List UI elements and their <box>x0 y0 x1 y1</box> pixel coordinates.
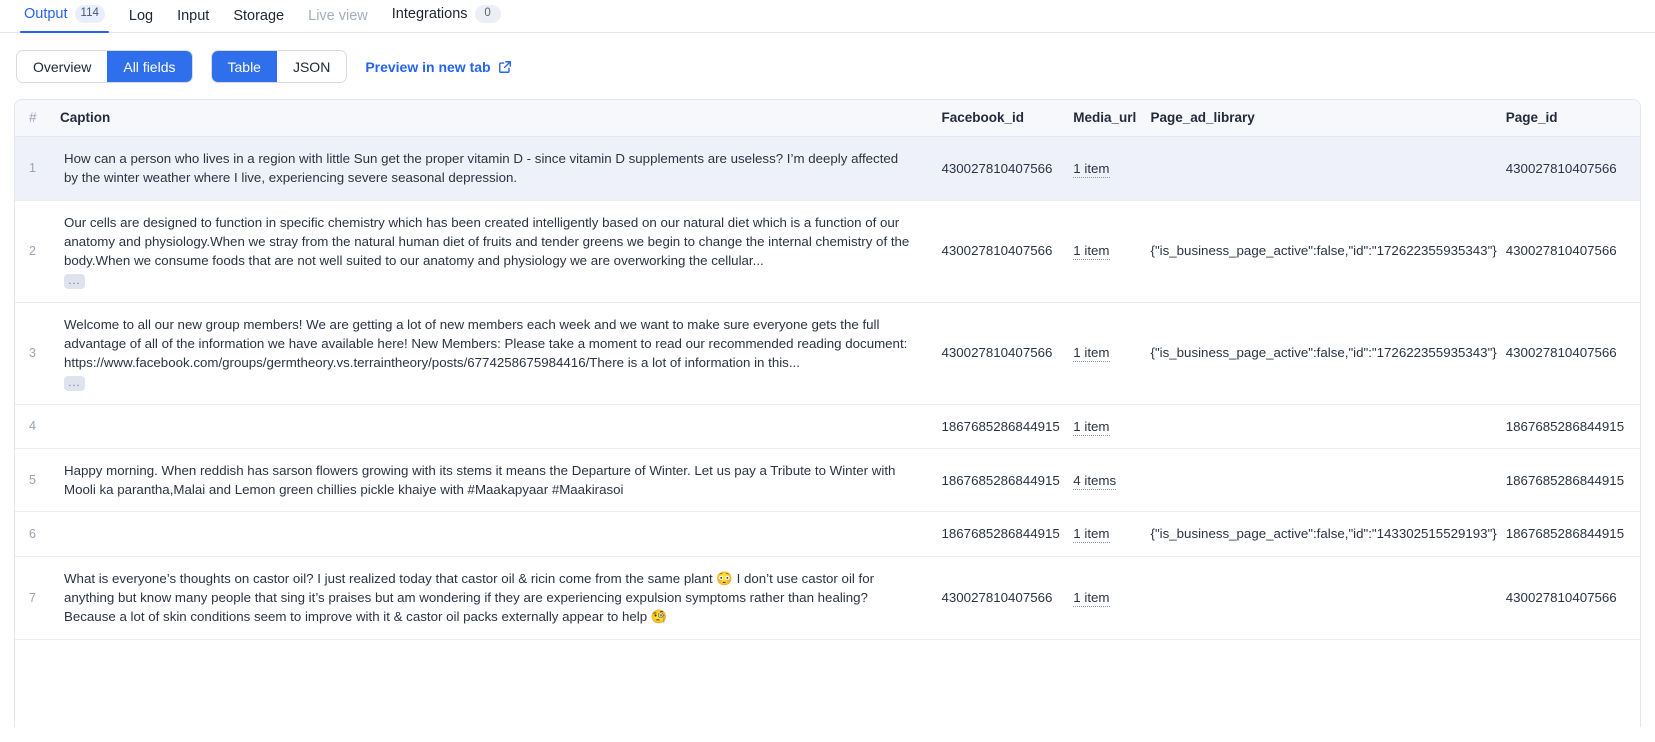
media-items-link[interactable]: 1 item <box>1073 161 1109 178</box>
table-row[interactable]: 7What is everyone’s thoughts on castor o… <box>15 556 1640 639</box>
tab-label: Storage <box>233 9 284 24</box>
media-items-link[interactable]: 1 item <box>1073 345 1109 362</box>
table-row[interactable]: 2Our cells are designed to function in s… <box>15 200 1640 302</box>
tab-label: Input <box>177 9 209 24</box>
media-items-link[interactable]: 1 item <box>1073 590 1109 607</box>
cell-caption: Our cells are designed to function in sp… <box>50 200 931 302</box>
main-tab-bar: Output 114 Log Input Storage Live view Integra… <box>0 0 1655 33</box>
caption-text: Happy morning. When reddish has sarson f… <box>64 461 911 500</box>
column-header-page_id[interactable]: Page_id <box>1496 100 1640 137</box>
segment-overview[interactable]: Overview <box>17 51 107 82</box>
column-header-index[interactable]: # <box>15 100 50 137</box>
cell-page-id: 430027810407566 <box>1496 200 1640 302</box>
tab-storage[interactable]: Storage <box>221 9 296 33</box>
preview-in-new-tab-link[interactable]: Preview in new tab <box>365 59 511 75</box>
caption-text: Our cells are designed to function in sp… <box>64 213 911 271</box>
media-items-link[interactable]: 1 item <box>1073 526 1109 543</box>
tab-input[interactable]: Input <box>165 9 221 33</box>
table-header: #CaptionFacebook_idMedia_urlPage_ad_libr… <box>15 100 1640 137</box>
caption-text: What is everyone’s thoughts on castor oi… <box>64 569 911 627</box>
cell-caption: Happy morning. When reddish has sarson f… <box>50 448 931 512</box>
tab-label: Integrations <box>392 7 468 22</box>
table-row[interactable]: 6 1867685286844915 1 item {"is_business_pag… <box>15 512 1640 556</box>
row-index: 3 <box>15 302 50 404</box>
cell-page-id: 1867685286844915 <box>1496 512 1640 556</box>
cell-page-id: 1867685286844915 <box>1496 404 1640 448</box>
cell-page-ad-library <box>1141 137 1496 201</box>
caption-text: Welcome to all our new group members! We… <box>64 315 911 373</box>
cell-page-id: 1867685286844915 <box>1496 448 1640 512</box>
row-index: 6 <box>15 512 50 556</box>
row-index: 2 <box>15 200 50 302</box>
cell-media-url: 1 item <box>1063 302 1140 404</box>
column-header-page_ad_library[interactable]: Page_ad_library <box>1141 100 1496 137</box>
tab-label: Output <box>24 7 68 22</box>
tab-count-badge: 114 <box>75 5 105 23</box>
table-row[interactable]: 5 Happy morning. When reddish has sarson … <box>15 448 1640 512</box>
column-header-facebook_id[interactable]: Facebook_id <box>931 100 1063 137</box>
row-index: 7 <box>15 556 50 639</box>
tab-label: Live view <box>308 9 368 24</box>
tab-integrations[interactable]: Integrations 0 <box>380 5 513 32</box>
row-index: 4 <box>15 404 50 448</box>
tab-live-view[interactable]: Live view <box>296 9 380 33</box>
cell-media-url: 1 item <box>1063 556 1140 639</box>
table-header-row: #CaptionFacebook_idMedia_urlPage_ad_libr… <box>15 100 1640 137</box>
tab-log[interactable]: Log <box>117 9 165 33</box>
output-table: #CaptionFacebook_idMedia_urlPage_ad_libr… <box>15 100 1640 640</box>
cell-media-url: 4 items <box>1063 448 1140 512</box>
table-body: 1 How can a person who lives in a region … <box>15 137 1640 640</box>
tab-count-badge: 0 <box>475 5 501 23</box>
cell-page-id: 430027810407566 <box>1496 556 1640 639</box>
column-header-media_url[interactable]: Media_url <box>1063 100 1140 137</box>
format-segmented-control: TableJSON <box>211 50 348 83</box>
preview-in-new-tab-label: Preview in new tab <box>365 59 490 75</box>
row-index: 5 <box>15 448 50 512</box>
cell-media-url: 1 item <box>1063 404 1140 448</box>
segment-table[interactable]: Table <box>212 51 277 82</box>
caption-text: How can a person who lives in a region w… <box>64 149 911 188</box>
cell-media-url: 1 item <box>1063 200 1140 302</box>
tab-output[interactable]: Output 114 <box>12 5 117 32</box>
cell-page-ad-library <box>1141 556 1496 639</box>
segment-json[interactable]: JSON <box>277 51 346 82</box>
expand-caption-button[interactable]: ... <box>64 274 85 289</box>
external-link-icon <box>498 60 512 74</box>
cell-media-url: 1 item <box>1063 137 1140 201</box>
cell-caption: What is everyone’s thoughts on castor oi… <box>50 556 931 639</box>
cell-page-ad-library <box>1141 404 1496 448</box>
cell-facebook-id: 430027810407566 <box>931 137 1063 201</box>
cell-facebook-id: 1867685286844915 <box>931 404 1063 448</box>
cell-caption <box>50 512 931 556</box>
table-row[interactable]: 4 1867685286844915 1 item 1867685286844915 <box>15 404 1640 448</box>
cell-facebook-id: 1867685286844915 <box>931 512 1063 556</box>
cell-page-ad-library: {"is_business_page_active":false,"id":"1… <box>1141 512 1496 556</box>
table-row[interactable]: 1 How can a person who lives in a region … <box>15 137 1640 201</box>
expand-caption-button[interactable]: ... <box>64 376 85 391</box>
cell-facebook-id: 430027810407566 <box>931 302 1063 404</box>
media-items-link[interactable]: 4 items <box>1073 473 1116 490</box>
cell-page-id: 430027810407566 <box>1496 302 1640 404</box>
cell-page-ad-library <box>1141 448 1496 512</box>
cell-facebook-id: 1867685286844915 <box>931 448 1063 512</box>
cell-caption: Welcome to all our new group members! We… <box>50 302 931 404</box>
media-items-link[interactable]: 1 item <box>1073 419 1109 436</box>
cell-page-ad-library: {"is_business_page_active":false,"id":"1… <box>1141 302 1496 404</box>
row-index: 1 <box>15 137 50 201</box>
cell-caption: How can a person who lives in a region w… <box>50 137 931 201</box>
view-mode-segmented-control: OverviewAll fields <box>16 50 193 83</box>
cell-caption <box>50 404 931 448</box>
cell-page-ad-library: {"is_business_page_active":false,"id":"1… <box>1141 200 1496 302</box>
cell-media-url: 1 item <box>1063 512 1140 556</box>
cell-facebook-id: 430027810407566 <box>931 556 1063 639</box>
table-row[interactable]: 3Welcome to all our new group members! W… <box>15 302 1640 404</box>
cell-page-id: 430027810407566 <box>1496 137 1640 201</box>
output-table-container: #CaptionFacebook_idMedia_urlPage_ad_libr… <box>14 99 1641 727</box>
column-header-caption[interactable]: Caption <box>50 100 931 137</box>
media-items-link[interactable]: 1 item <box>1073 243 1109 260</box>
segment-all-fields[interactable]: All fields <box>107 51 191 82</box>
cell-facebook-id: 430027810407566 <box>931 200 1063 302</box>
tab-label: Log <box>129 9 153 24</box>
output-toolbar: OverviewAll fields TableJSON Preview in … <box>0 33 1655 99</box>
